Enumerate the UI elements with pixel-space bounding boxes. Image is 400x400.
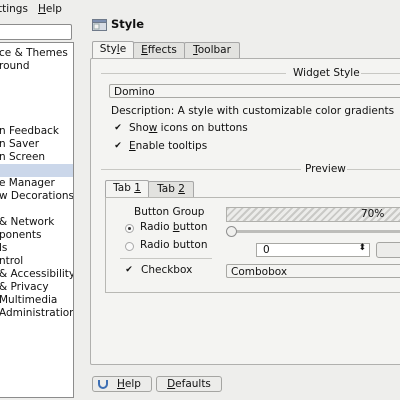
widget-style-label: Widget Style — [293, 67, 360, 79]
sidebar-item-launch-feedback[interactable]: n Feedback — [0, 125, 73, 138]
help-label: Help — [117, 378, 141, 390]
progress-bar: 70% — [226, 207, 400, 222]
sidebar-item-kde-components[interactable]: ponents — [0, 229, 73, 242]
sidebar-item-background[interactable]: round — [0, 60, 73, 73]
defaults-post: efaults — [175, 378, 211, 390]
help-post: elp — [124, 378, 141, 390]
help-accel: H — [117, 378, 125, 390]
tab-toolbar-post: oolbar — [197, 44, 231, 56]
preview-frame: Button Group Radio button Radio button ✔… — [105, 197, 400, 293]
widget-style-select[interactable]: Domino — [109, 84, 400, 98]
preview-label: Preview — [305, 163, 346, 175]
sidebar-item-screen-saver[interactable]: n Saver — [0, 138, 73, 151]
style-icon — [92, 17, 107, 31]
search-input[interactable] — [0, 24, 72, 40]
show-icons-checkbox[interactable]: ✔ — [113, 123, 123, 133]
tab-style-pre: Sty — [99, 43, 117, 55]
show-icons-post: icons on buttons — [157, 122, 248, 134]
sidebar-item-style[interactable] — [0, 164, 73, 177]
menubar: ttings Help — [0, 0, 400, 18]
tab-effects-post: ffects — [147, 44, 177, 56]
checkbox-preview[interactable]: ✔ — [124, 265, 134, 275]
radio-1-pre: Radio — [140, 221, 173, 233]
divider — [101, 73, 286, 74]
tab-effects-accel: E — [141, 44, 148, 56]
help-icon — [97, 378, 109, 393]
button-group-label: Button Group — [134, 206, 205, 218]
menu-help-rest: elp — [45, 3, 62, 15]
tooltips-checkbox[interactable]: ✔ — [113, 141, 123, 151]
sidebar-item-window-decorations[interactable]: w Decorations — [0, 190, 73, 203]
help-button[interactable]: Help — [92, 376, 152, 392]
style-description: Description: A style with customizable c… — [111, 105, 395, 117]
style-panel: Widget Style Domino Description: A style… — [90, 58, 400, 365]
slider-handle[interactable] — [226, 226, 237, 237]
checkbox-preview-label: Checkbox — [141, 264, 193, 276]
sidebar-item-appearance-themes[interactable]: ce & Themes — [0, 47, 73, 60]
sidebar-item-regional-accessibility[interactable]: & Accessibility — [0, 268, 73, 281]
tab-style[interactable]: Style — [92, 41, 134, 59]
spinbox-arrows-icon[interactable]: ⬍ — [358, 243, 366, 253]
radio-button-1[interactable] — [125, 224, 134, 233]
sidebar-item-sound-multimedia[interactable]: Multimedia — [0, 294, 73, 307]
divider — [347, 169, 400, 170]
sidebar-item-peripherals[interactable]: ls — [0, 242, 73, 255]
preview-button[interactable] — [376, 242, 400, 258]
slider-track — [230, 230, 400, 233]
show-icons-pre: Sho — [129, 122, 149, 134]
divider — [361, 73, 400, 74]
tooltips-label: Enable tooltips — [129, 140, 207, 152]
sidebar-item-power-control[interactable]: ntrol — [0, 255, 73, 268]
preview-tab-1-pre: Tab — [113, 182, 135, 194]
progress-label: 70% — [361, 208, 385, 220]
sidebar-item-system-administration[interactable]: Administration — [0, 307, 73, 320]
page-title: Style — [111, 17, 145, 31]
menu-help[interactable]: Help — [38, 3, 62, 15]
menu-settings[interactable]: ttings — [0, 3, 28, 15]
radio-1-accel: b — [172, 221, 180, 233]
preview-tab-1-accel: 1 — [134, 182, 141, 194]
divider — [101, 169, 301, 170]
combobox-preview[interactable]: Combobox — [226, 264, 400, 278]
tooltips-post: nable tooltips — [135, 140, 208, 152]
radio-1-post: utton — [179, 221, 208, 233]
preview-tab-2[interactable]: Tab 2 — [148, 181, 194, 197]
defaults-accel: D — [167, 378, 176, 390]
sidebar-item-theme-manager[interactable]: e Manager — [0, 177, 73, 190]
sidebar: ce & Themes round n Feedback n Saver n S… — [0, 42, 74, 398]
divider — [120, 258, 212, 259]
show-icons-label: Show icons on buttons — [129, 122, 248, 134]
preview-tab-2-pre: Tab — [157, 183, 179, 195]
sidebar-item-splash-screen[interactable]: n Screen — [0, 151, 73, 164]
sidebar-item-security-privacy[interactable]: & Privacy — [0, 281, 73, 294]
spinbox-value: 0 — [263, 244, 270, 256]
radio-button-1-label: Radio button — [140, 221, 207, 233]
spinbox[interactable]: 0 ⬍ — [256, 243, 370, 257]
menu-help-accel: H — [38, 3, 46, 15]
defaults-button[interactable]: Defaults — [156, 376, 222, 392]
radio-button-2-label: Radio button — [140, 239, 208, 251]
tab-toolbar[interactable]: Toolbar — [184, 42, 240, 58]
preview-tab-1[interactable]: Tab 1 — [105, 180, 149, 198]
tab-style-post: e — [119, 43, 127, 55]
radio-button-2[interactable] — [125, 242, 134, 251]
preview-tab-2-accel: 2 — [178, 183, 185, 195]
tab-effects[interactable]: Effects — [133, 42, 185, 58]
sidebar-item-internet-network[interactable]: & Network — [0, 216, 73, 229]
tooltips-accel: E — [129, 140, 136, 152]
